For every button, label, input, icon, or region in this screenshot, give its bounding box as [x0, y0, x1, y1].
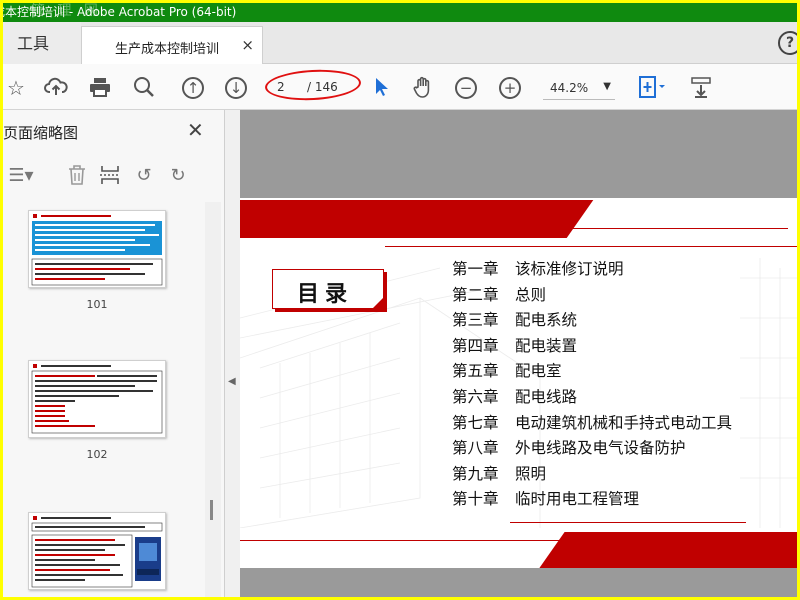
tab-bar: 工具 生产成本控制培训 × ? [3, 22, 797, 64]
print-icon[interactable] [87, 75, 113, 101]
toc-title: 配电系统 [515, 311, 578, 330]
thumbnail-panel: 页面缩略图 ✕ ☰▾ ↺ ↻ 101 102 [3, 110, 225, 597]
toc-item: 第九章 照明 [452, 462, 792, 488]
star-icon[interactable]: ☆ [3, 75, 29, 101]
toc-item: 第八章 外电线路及电气设备防护 [452, 436, 792, 462]
rotate-left-icon[interactable]: ↺ [132, 164, 156, 188]
toc-chapter: 第七章 [452, 413, 499, 432]
toc-item: 第三章 配电系统 [452, 308, 792, 334]
toc-title: 该标准修订说明 [515, 260, 624, 278]
toc-chapter: 第九章 [452, 464, 499, 483]
zoom-out-icon[interactable]: − [455, 77, 477, 99]
options-icon[interactable]: ☰▾ [3, 164, 39, 188]
zoom-in-icon[interactable]: + [499, 77, 521, 99]
toc-chapter: 第一章 [452, 260, 499, 278]
select-cursor-icon[interactable] [368, 75, 394, 101]
read-mode-icon[interactable] [688, 75, 714, 101]
collapse-panel-icon[interactable]: ◀ [228, 376, 236, 387]
heading-corner [372, 297, 384, 309]
toc-chapter: 第二章 [452, 285, 499, 304]
toc-chapter: 第四章 [452, 336, 499, 355]
slide-top-line [385, 246, 797, 247]
toc-item: 第四章 配电装置 [452, 334, 792, 360]
delete-icon[interactable] [65, 164, 89, 188]
fit-page-icon[interactable] [635, 75, 669, 101]
thumbnail-page-101[interactable] [28, 210, 166, 288]
toc-item: 第一章 该标准修订说明 [452, 257, 792, 283]
title-bar: 生产成本控制培训 - Adobe Acrobat Pro (64-bit) 管 … [3, 3, 797, 22]
thumbnail-scrollbar[interactable] [205, 202, 221, 597]
scrollbar-thumb[interactable] [210, 500, 213, 520]
toc-item: 第五章 配电室 [452, 359, 792, 385]
thumbnail-page-102[interactable] [28, 360, 166, 438]
insert-page-icon[interactable] [98, 164, 122, 188]
toc-chapter: 第八章 [452, 439, 499, 458]
slide-page: 目录 第一章 该标准修订说明 第二章 总则 第三章 配电系统 第四章 配电装置 第五章配… [240, 198, 797, 568]
slide-heading-box: 目录 [272, 269, 384, 309]
toc-item: 第十章 临时用电工程管理 [452, 487, 792, 513]
thumbnail-number: 102 [86, 448, 108, 461]
page-down-icon[interactable]: ↓ [225, 77, 247, 99]
page-up-icon[interactable]: ↑ [182, 77, 204, 99]
slide-bottom-line-upper [510, 522, 746, 523]
thumbnail-list: 101 102 [3, 202, 203, 597]
table-of-contents: 第一章 该标准修订说明 第二章 总则 第三章 配电系统 第四章 配电装置 第五章 配电室 … [452, 257, 792, 513]
toolbar: ☆ ↑ ↓ / 146 − + 44.2% ▼ [3, 64, 797, 110]
toc-title: 照明 [515, 464, 547, 483]
tab-tools[interactable]: 工具 [3, 22, 81, 64]
rotate-right-icon[interactable]: ↻ [166, 164, 190, 188]
slide-top-line-upper [558, 228, 788, 229]
cloud-upload-icon[interactable] [43, 75, 69, 101]
thumbnail-page-103[interactable] [28, 512, 166, 590]
hand-tool-icon[interactable] [410, 75, 436, 101]
acrobat-window: 生产成本控制培训 - Adobe Acrobat Pro (64-bit) 管 … [3, 3, 797, 597]
toc-title: 配电室 [515, 362, 562, 381]
toc-title: 配电装置 [515, 336, 578, 355]
thumbnail-number: 101 [86, 298, 108, 311]
panel-title: 页面缩略图 [3, 124, 79, 142]
close-icon[interactable]: × [241, 36, 254, 54]
toc-chapter: 第三章 [452, 311, 499, 330]
toc-title: 电动建筑机械和手持式电动工具 [515, 413, 733, 432]
slide-bottom-line [240, 540, 580, 541]
toc-chapter: 第六章 [452, 387, 499, 406]
chevron-down-icon: ▼ [603, 81, 611, 92]
toc-title: 外电线路及电气设备防护 [515, 439, 686, 458]
panel-toolbar: ☰▾ ↺ ↻ [3, 158, 223, 194]
tab-document-label: 生产成本控制培训 [115, 42, 220, 57]
toc-item: 第六章 配电线路 [452, 385, 792, 411]
toc-title: 临时用电工程管理 [515, 490, 640, 509]
zoom-dropdown[interactable]: 44.2% ▼ [543, 78, 615, 100]
panel-close-icon[interactable]: ✕ [187, 118, 204, 142]
toc-item: 第七章 电动建筑机械和手持式电动工具 [452, 411, 792, 437]
tab-document[interactable]: 生产成本控制培训 × [81, 26, 263, 64]
help-icon[interactable]: ? [778, 31, 797, 55]
toc-chapter: 第五章 [452, 362, 499, 381]
slide-heading: 目录 [297, 282, 354, 307]
search-zoom-icon[interactable] [131, 75, 157, 101]
watermark-text: 管 理 网 [31, 3, 102, 19]
slide-bottom-band [570, 532, 797, 568]
toc-item: 第二章 总则 [452, 283, 792, 309]
document-view: 目录 第一章 该标准修订说明 第二章 总则 第三章 配电系统 第四章 配电装置 第五章配… [240, 110, 797, 597]
toc-title: 配电线路 [515, 387, 578, 406]
toc-title: 总则 [515, 285, 547, 304]
toc-chapter: 第十章 [452, 490, 499, 509]
slide-top-band [240, 200, 560, 238]
zoom-value: 44.2% [550, 81, 589, 95]
tab-tools-label: 工具 [17, 34, 50, 53]
